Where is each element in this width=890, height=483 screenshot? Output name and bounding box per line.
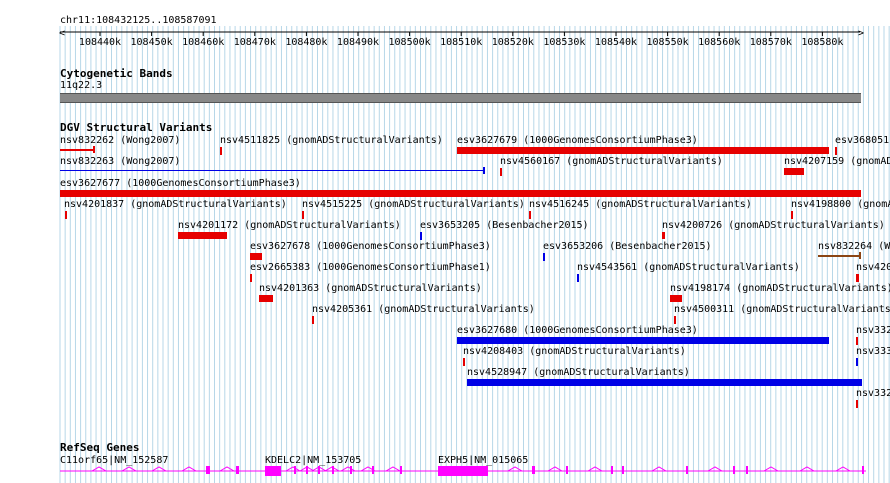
gene-intron-chevron [121,466,137,472]
gene-exon [622,466,624,474]
gene-exon [318,466,320,474]
gene-exon [265,466,281,476]
gene-exon [566,466,568,474]
genome-browser-view: chr11:108432125..108587091 < >108440k 1084… [0,0,890,483]
gene-exon [206,466,210,474]
gene-exon [294,466,296,474]
gene-exon [438,466,488,476]
refseq-gene-models[interactable] [0,0,890,483]
gene-exon [733,466,735,474]
gene-exon [332,466,334,474]
gene-intron-chevron [547,466,563,472]
gene-intron-chevron [707,466,723,472]
gene-intron-chevron [507,466,523,472]
gene-exon [372,466,374,474]
gene-intron-chevron [651,466,667,472]
gene-intron-chevron [91,466,107,472]
gene-intron-chevron [219,466,235,472]
gene-exon [400,466,402,474]
gene-exon [350,466,352,474]
gene-exon [306,466,308,474]
gene-exon [611,466,613,474]
gene-exon [862,466,864,474]
gene-intron-chevron [587,466,603,472]
gene-intron-chevron [285,466,301,472]
gene-intron-chevron [763,466,779,472]
gene-intron-chevron [340,466,356,472]
gene-exon [746,466,748,474]
gene-intron-chevron [151,466,167,472]
gene-exon [236,466,239,474]
gene-intron-chevron [385,466,401,472]
gene-exon [686,466,688,474]
gene-intron-chevron [181,466,197,472]
gene-intron-chevron [799,466,815,472]
gene-exon [532,466,535,474]
gene-intron-chevron [835,466,851,472]
